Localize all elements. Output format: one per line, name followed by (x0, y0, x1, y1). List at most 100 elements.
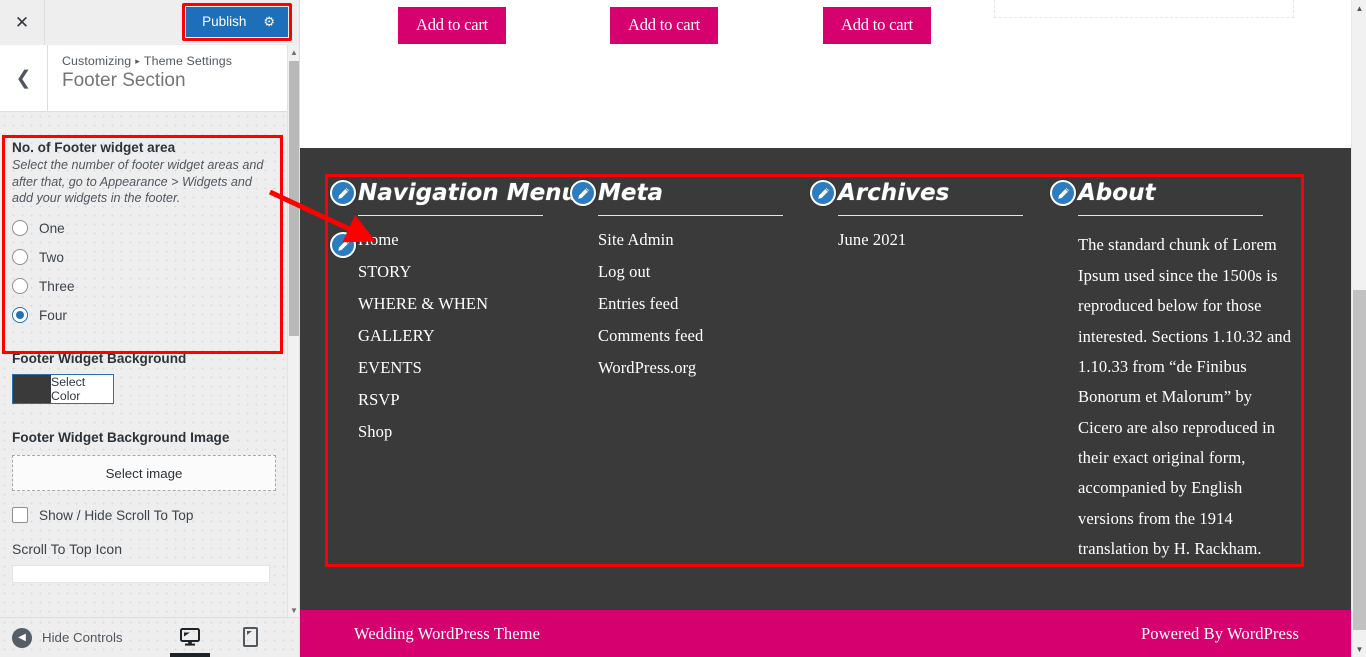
footer-widget-background-image-label: Footer Widget Background Image (12, 430, 230, 446)
panel-header: ❮ Customizing ▸ Theme Settings Footer Sect… (0, 45, 288, 112)
breadcrumb-separator-icon: ▸ (135, 56, 140, 66)
select-image-label: Select image (105, 465, 183, 481)
list-item[interactable]: STORY (358, 262, 570, 282)
browser-scrollbar-thumb[interactable] (1353, 290, 1366, 630)
pencil-edit-icon[interactable] (330, 180, 356, 206)
footer-widget-navigation-menu: Navigation Menu Home STORY WHERE & WHEN … (330, 180, 578, 564)
widget-title-divider (598, 215, 783, 217)
breadcrumb: Customizing ▸ Theme Settings (62, 54, 232, 68)
list-item[interactable]: WordPress.org (598, 358, 810, 378)
radio-option-three[interactable]: Three (12, 278, 276, 295)
radio-three-label: Three (39, 278, 75, 294)
select-color-label: Select Color (51, 375, 86, 404)
page-title: Footer Section (62, 70, 186, 91)
radio-one-input[interactable] (12, 220, 28, 237)
radio-option-four[interactable]: Four (12, 307, 276, 324)
customizer-footer-bar: ◀ Hide Controls (0, 617, 299, 657)
footer-copyright-text: Wedding WordPress Theme (354, 624, 541, 643)
footer-widget-background-label: Footer Widget Background (12, 351, 187, 367)
customizer-screen: ✕ Publish ⚙ ❮ Customizing ▸ Theme Settings… (0, 0, 1366, 657)
scroll-to-top-checkbox-label: Show / Hide Scroll To Top (39, 507, 194, 523)
product-cart-strip: Add to cart Add to cart Add to cart (300, 0, 1351, 47)
list-item[interactable]: Comments feed (598, 326, 810, 346)
footer-widget-archives: Archives June 2021 (810, 180, 1050, 564)
scroll-to-top-icon-select[interactable] (12, 565, 270, 584)
list-item[interactable]: Home (358, 230, 570, 250)
pencil-edit-icon[interactable] (330, 232, 356, 258)
hide-controls-button[interactable]: ◀ Hide Controls (0, 627, 123, 648)
scroll-up-arrow-icon[interactable]: ▲ (288, 45, 299, 59)
add-to-cart-button[interactable]: Add to cart (610, 7, 719, 44)
control-footer-widget-background: Footer Widget Background Select Color (0, 323, 288, 408)
control-footer-widget-area: No. of Footer widget area Select the num… (0, 112, 288, 324)
radio-option-one[interactable]: One (12, 220, 276, 237)
control-footer-widget-background-image: Footer Widget Background Image Select im… (0, 408, 288, 492)
radio-four-label: Four (39, 307, 67, 323)
footer-bottom-bar: Wedding WordPress Theme Powered By WordP… (300, 610, 1351, 657)
scroll-to-top-icon-label: Scroll To Top Icon (12, 541, 122, 558)
add-to-cart-button[interactable]: Add to cart (398, 7, 507, 44)
footer-widget-links: Site Admin Log out Entries feed Comments… (570, 230, 810, 378)
footer-widget-section: Navigation Menu Home STORY WHERE & WHEN … (300, 148, 1351, 610)
list-item[interactable]: Log out (598, 262, 810, 282)
radio-option-two[interactable]: Two (12, 249, 276, 266)
controls-list: No. of Footer widget area Select the num… (0, 112, 288, 617)
footer-widget-links: Home STORY WHERE & WHEN GALLERY EVENTS R… (330, 230, 570, 442)
empty-placeholder-box (994, 0, 1294, 18)
browser-scrollbar[interactable]: ▲ ▼ (1351, 0, 1366, 657)
list-item[interactable]: June 2021 (838, 230, 1050, 250)
radio-three-input[interactable] (12, 278, 28, 295)
control-scroll-to-top-icon: Scroll To Top Icon (0, 523, 288, 584)
sidebar-scrollbar-thumb[interactable] (289, 61, 299, 336)
breadcrumb-parent[interactable]: Theme Settings (144, 54, 232, 68)
device-preview-switcher (170, 617, 299, 657)
footer-widget-title: Navigation Menu (358, 180, 578, 206)
footer-widget-title: Meta (598, 180, 664, 206)
publish-button-label: Publish (202, 14, 247, 29)
customizer-sidebar: ✕ Publish ⚙ ❮ Customizing ▸ Theme Settings… (0, 0, 300, 657)
footer-widget-title: Archives (838, 180, 950, 206)
footer-widget-meta: Meta Site Admin Log out Entries feed Com… (570, 180, 810, 564)
list-item[interactable]: WHERE & WHEN (358, 294, 570, 314)
add-to-cart-button[interactable]: Add to cart (823, 7, 932, 44)
list-item[interactable]: Entries feed (598, 294, 810, 314)
control-scroll-to-top-toggle: Show / Hide Scroll To Top (0, 507, 288, 524)
footer-widget-columns: Navigation Menu Home STORY WHERE & WHEN … (330, 180, 1300, 564)
scroll-to-top-checkbox-row[interactable]: Show / Hide Scroll To Top (12, 507, 276, 524)
select-image-button[interactable]: Select image (12, 455, 276, 492)
scroll-to-top-checkbox[interactable] (12, 507, 28, 524)
customizer-header: ✕ Publish ⚙ (0, 0, 299, 45)
gear-icon[interactable]: ⚙ (263, 15, 275, 28)
widget-title-divider (838, 215, 1023, 217)
pencil-edit-icon[interactable] (570, 180, 596, 206)
footer-widget-links: June 2021 (810, 230, 1050, 250)
device-desktop-button[interactable] (170, 617, 210, 657)
widget-title-divider (358, 215, 543, 217)
site-preview: Add to cart Add to cart Add to cart Navi… (300, 0, 1351, 657)
radio-one-label: One (39, 220, 65, 236)
radio-four-input[interactable] (12, 307, 28, 324)
close-icon[interactable]: ✕ (0, 0, 45, 45)
pencil-edit-icon[interactable] (1050, 180, 1076, 206)
select-color-button[interactable]: Select Color (12, 374, 114, 405)
publish-highlight-box: Publish ⚙ (182, 3, 292, 41)
list-item[interactable]: GALLERY (358, 326, 570, 346)
publish-button[interactable]: Publish ⚙ (186, 7, 288, 37)
pencil-edit-icon[interactable] (810, 180, 836, 206)
list-item[interactable]: RSVP (358, 390, 570, 410)
hide-controls-label: Hide Controls (42, 630, 123, 645)
list-item[interactable]: Shop (358, 422, 570, 442)
breadcrumb-root[interactable]: Customizing (62, 54, 131, 68)
browser-scroll-up-arrow-icon[interactable]: ▲ (1352, 0, 1366, 16)
color-swatch (13, 375, 51, 404)
footer-powered-by-text: Powered By WordPress (1140, 624, 1299, 643)
list-item[interactable]: EVENTS (358, 358, 570, 378)
radio-two-input[interactable] (12, 249, 28, 266)
browser-scroll-down-arrow-icon[interactable]: ▼ (1352, 641, 1366, 657)
device-tablet-button[interactable] (235, 617, 265, 657)
scroll-down-arrow-icon[interactable]: ▼ (288, 603, 299, 617)
list-item[interactable]: Site Admin (598, 230, 810, 250)
back-button[interactable]: ❮ (0, 45, 48, 111)
sidebar-scrollbar[interactable]: ▲ ▼ (287, 45, 299, 617)
footer-widget-text: The standard chunk of Lorem Ipsum used s… (1078, 235, 1292, 559)
